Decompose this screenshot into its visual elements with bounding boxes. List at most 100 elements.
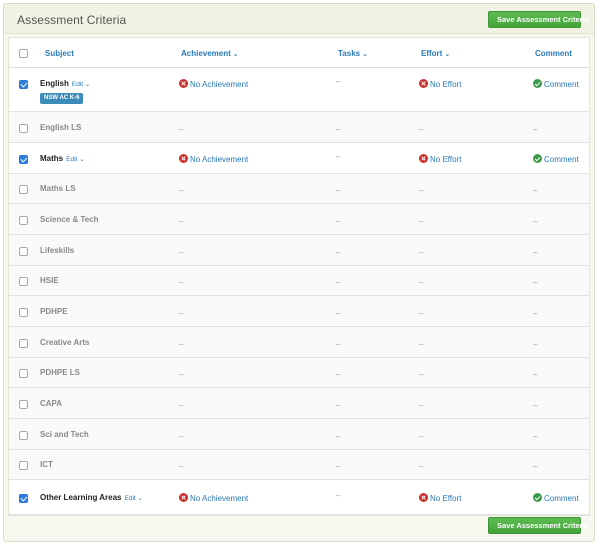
row-checkbox[interactable] xyxy=(19,339,28,348)
tasks-value: – xyxy=(336,125,341,134)
chevron-down-icon: ⌄ xyxy=(79,156,85,163)
row-checkbox[interactable] xyxy=(19,216,28,225)
table-row: Maths Edit ⌄ No Achievement – No Effort Comme… xyxy=(9,143,589,174)
x-circle-icon xyxy=(179,79,188,88)
x-circle-icon xyxy=(419,79,428,88)
column-achievement[interactable]: Achievement ⌄ xyxy=(181,49,239,58)
comment-link[interactable]: Comment xyxy=(533,493,579,503)
row-checkbox[interactable] xyxy=(19,369,28,378)
row-checkbox[interactable] xyxy=(19,461,28,470)
comment-link[interactable]: Comment xyxy=(533,79,579,89)
select-all-checkbox[interactable] xyxy=(19,49,28,58)
row-checkbox[interactable] xyxy=(19,277,28,286)
tasks-value: – xyxy=(336,340,341,349)
check-circle-icon xyxy=(533,493,542,502)
subject-name: English LS xyxy=(40,123,82,132)
column-effort[interactable]: Effort ⌄ xyxy=(421,49,450,58)
row-checkbox[interactable] xyxy=(19,185,28,194)
criteria-table: Subject Achievement ⌄ Tasks ⌄ Effort ⌄ Comm… xyxy=(8,37,590,516)
row-checkbox[interactable] xyxy=(19,247,28,256)
effort-value: – xyxy=(419,278,424,287)
comment-value: – xyxy=(533,278,538,287)
subject-name: Sci and Tech xyxy=(40,430,89,439)
achievement-link[interactable]: No Achievement xyxy=(179,493,248,503)
edit-link[interactable]: Edit ⌄ xyxy=(125,495,143,502)
save-button-top[interactable]: Save Assessment Criteria xyxy=(488,11,589,28)
table-row: Other Learning Areas Edit ⌄ No Achievement… xyxy=(9,480,589,515)
tasks-value: – xyxy=(336,401,341,410)
edit-link[interactable]: Edit ⌄ xyxy=(72,81,90,88)
comment-value: – xyxy=(533,462,538,471)
achievement-value: – xyxy=(179,125,184,134)
tasks-value: – xyxy=(336,462,341,471)
subject-name: PDHPE xyxy=(40,307,68,316)
table-row: Science & Tech – – – – xyxy=(9,204,589,235)
subject-name: PDHPE LS xyxy=(40,368,81,377)
subject-name: Maths Edit ⌄ xyxy=(40,154,85,163)
tasks-value: – xyxy=(336,491,341,500)
row-checkbox[interactable] xyxy=(19,124,28,133)
panel-title: Assessment Criteria xyxy=(17,13,127,27)
comment-value: – xyxy=(533,125,538,134)
row-checkbox[interactable] xyxy=(19,400,28,409)
table-row: Creative Arts – – – – xyxy=(9,327,589,358)
achievement-value: – xyxy=(179,248,184,257)
table-row: Lifeskills – – – – xyxy=(9,235,589,266)
column-comment[interactable]: Comment xyxy=(535,49,572,58)
comment-value: – xyxy=(533,401,538,410)
edit-link[interactable]: Edit ⌄ xyxy=(66,156,84,163)
assessment-criteria-panel: Assessment Criteria Save Assessment Crit… xyxy=(3,3,595,542)
effort-link[interactable]: No Effort xyxy=(419,79,461,89)
effort-value: – xyxy=(419,370,424,379)
tasks-value: – xyxy=(336,432,341,441)
effort-value: – xyxy=(419,340,424,349)
achievement-value: – xyxy=(179,462,184,471)
achievement-value: – xyxy=(179,370,184,379)
achievement-value: – xyxy=(179,401,184,410)
table-row: English LS – – – – xyxy=(9,112,589,143)
table-header: Subject Achievement ⌄ Tasks ⌄ Effort ⌄ Comm… xyxy=(9,38,589,68)
effort-value: – xyxy=(419,125,424,134)
tasks-value: – xyxy=(336,248,341,257)
effort-value: – xyxy=(419,432,424,441)
achievement-value: – xyxy=(179,217,184,226)
row-checkbox[interactable] xyxy=(19,155,28,164)
check-circle-icon xyxy=(533,154,542,163)
save-button-bottom[interactable]: Save Assessment Criteria xyxy=(488,517,589,534)
comment-value: – xyxy=(533,248,538,257)
effort-link[interactable]: No Effort xyxy=(419,493,461,503)
row-checkbox[interactable] xyxy=(19,308,28,317)
comment-value: – xyxy=(533,432,538,441)
achievement-link[interactable]: No Achievement xyxy=(179,154,248,164)
curriculum-badge: NSW AC K-6 xyxy=(40,93,84,104)
row-checkbox[interactable] xyxy=(19,494,28,503)
subject-name: HSIE xyxy=(40,276,59,285)
tasks-value: – xyxy=(336,152,341,161)
column-subject[interactable]: Subject xyxy=(45,49,74,58)
column-tasks[interactable]: Tasks ⌄ xyxy=(338,49,368,58)
achievement-value: – xyxy=(179,340,184,349)
effort-link[interactable]: No Effort xyxy=(419,154,461,164)
tasks-value: – xyxy=(336,278,341,287)
table-row: Maths LS – – – – xyxy=(9,174,589,204)
comment-value: – xyxy=(533,217,538,226)
tasks-value: – xyxy=(336,77,341,86)
achievement-value: – xyxy=(179,186,184,195)
effort-value: – xyxy=(419,248,424,257)
table-row: HSIE – – – – xyxy=(9,266,589,296)
row-checkbox[interactable] xyxy=(19,80,28,89)
subject-name: English Edit ⌄ xyxy=(40,79,91,88)
comment-value: – xyxy=(533,186,538,195)
achievement-link[interactable]: No Achievement xyxy=(179,79,248,89)
tasks-value: – xyxy=(336,217,341,226)
effort-value: – xyxy=(419,217,424,226)
comment-value: – xyxy=(533,309,538,318)
row-checkbox[interactable] xyxy=(19,431,28,440)
comment-value: – xyxy=(533,340,538,349)
achievement-value: – xyxy=(179,278,184,287)
table-row: ICT – – – – xyxy=(9,450,589,480)
subject-name: Science & Tech xyxy=(40,215,99,224)
comment-link[interactable]: Comment xyxy=(533,154,579,164)
panel-header: Assessment Criteria Save Assessment Crit… xyxy=(4,4,594,34)
achievement-value: – xyxy=(179,432,184,441)
